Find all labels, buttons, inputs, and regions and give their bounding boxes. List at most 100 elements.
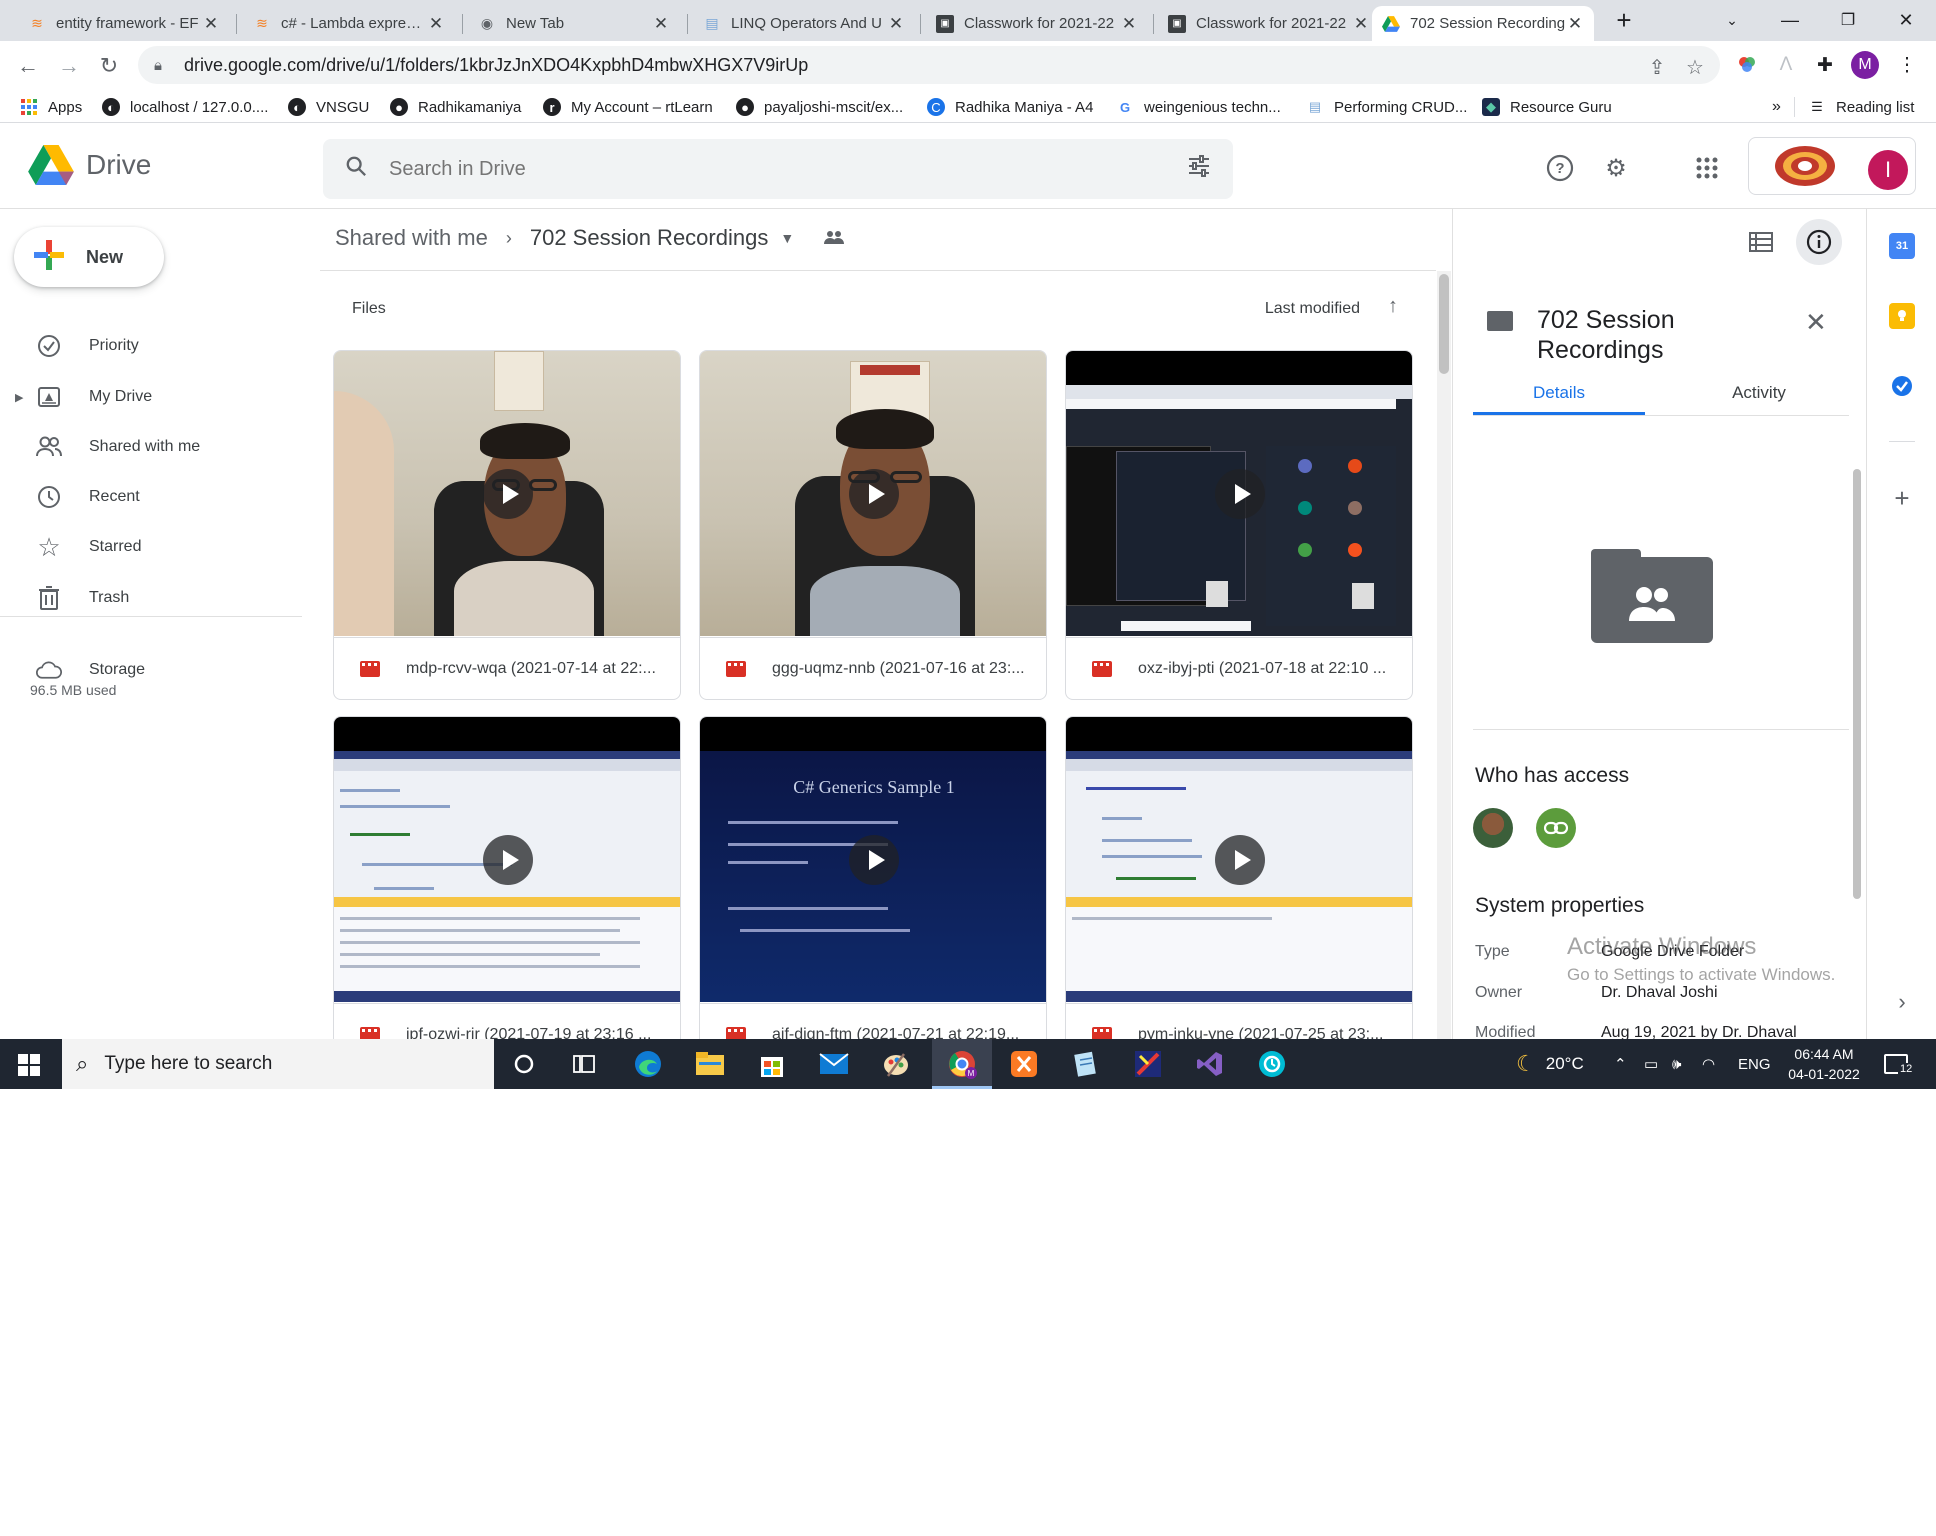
browser-tab[interactable]: ≋ entity framework - EF ✕ [18,6,230,41]
windows-start-icon[interactable] [18,1054,40,1076]
browser-tab[interactable]: ≋ c# - Lambda expressio ✕ [243,6,455,41]
play-icon[interactable] [849,835,899,885]
expand-caret-icon[interactable]: ▶ [15,391,23,404]
close-icon[interactable]: ✕ [427,14,445,34]
sort-direction-icon[interactable]: ↑ [1388,295,1398,318]
file-card[interactable]: oxz-ibyj-pti (2021-07-18 at 22:10 ... [1065,350,1413,700]
menu-kebab-icon[interactable]: ⋮ [1893,51,1921,79]
bookmark-crud[interactable]: ▤ Performing CRUD... [1306,95,1468,119]
screen-recorder-icon[interactable] [1256,1048,1288,1080]
main-scrollbar-thumb[interactable] [1439,274,1449,374]
extension-a-icon[interactable]: Λ [1772,51,1800,79]
add-addon-icon[interactable]: + [1889,483,1915,513]
breadcrumb-current[interactable]: 702 Session Recordings [530,225,768,251]
browser-tab-active[interactable]: 702 Session Recording ✕ [1372,6,1594,41]
bookmark-weingenious[interactable]: G weingenious techn... [1116,95,1281,119]
task-view-icon[interactable] [568,1048,600,1080]
snipping-tool-icon[interactable] [1132,1048,1164,1080]
owner-avatar[interactable] [1473,808,1513,848]
main-scrollbar[interactable] [1437,271,1451,1039]
close-icon[interactable]: ✕ [652,14,670,34]
chrome-icon[interactable]: M [946,1048,978,1080]
bookmark-radhikamaniya[interactable]: ● Radhikamaniya [390,95,521,119]
back-icon[interactable]: ← [13,51,43,81]
bookmark-resource-guru[interactable]: ◆ Resource Guru [1482,95,1612,119]
new-button[interactable]: New [14,227,164,287]
cortana-icon[interactable] [508,1048,540,1080]
file-card[interactable]: ipf-ozwi-rir (2021-07-19 at 23:16 ... [333,716,681,1066]
close-icon[interactable]: ✕ [1352,14,1370,34]
notifications-button[interactable]: 12 [1884,1039,1915,1089]
calendar-icon[interactable]: 31 [1889,233,1915,259]
store-icon[interactable] [756,1048,788,1080]
share-icon[interactable]: ⇪ [1644,54,1670,80]
close-icon[interactable]: ✕ [1805,307,1827,338]
tray-overflow-icon[interactable]: ⌃ [1614,1039,1627,1089]
profile-avatar[interactable]: M [1851,51,1879,79]
puzzle-extensions-icon[interactable]: ✚ [1811,51,1839,79]
taskbar-search[interactable]: ⌕ Type here to search [62,1039,494,1089]
visual-studio-icon[interactable] [1194,1048,1226,1080]
search-input[interactable] [389,157,1149,181]
play-icon[interactable] [1215,469,1265,519]
tasks-icon[interactable] [1889,373,1915,399]
sidebar-item-starred[interactable]: ☆ Starred [0,527,300,567]
forward-icon[interactable]: → [54,51,84,81]
close-icon[interactable]: ✕ [1566,14,1584,34]
dropdown-caret-icon[interactable]: ▼ [780,230,794,246]
drive-search[interactable] [323,139,1233,199]
file-card[interactable]: mdp-rcvv-wqa (2021-07-14 at 22:... [333,350,681,700]
drive-logo[interactable]: Drive [28,145,151,185]
browser-tab[interactable]: ▣ Classwork for 2021-22 ✕ [1158,6,1380,41]
sidebar-item-shared-with-me[interactable]: Shared with me [0,427,300,467]
language-indicator[interactable]: ENG [1738,1039,1771,1089]
volume-icon[interactable]: 🕪︎ [1672,1039,1681,1089]
link-sharing-icon[interactable] [1536,808,1576,848]
settings-gear-icon[interactable]: ⚙ [1601,153,1631,183]
search-icon[interactable] [345,155,367,183]
bookmark-localhost[interactable]: ◐ localhost / 127.0.0.... [102,95,268,119]
paint-icon[interactable] [880,1048,912,1080]
bookmark-vnsgu[interactable]: ◐ VNSGU [288,95,369,119]
sidebar-item-recent[interactable]: Recent [0,477,300,517]
play-icon[interactable] [849,469,899,519]
chevron-right-icon[interactable]: › [1889,989,1915,1015]
file-explorer-icon[interactable] [694,1048,726,1080]
play-icon[interactable] [1215,835,1265,885]
details-scrollbar-thumb[interactable] [1853,469,1861,899]
notepad-icon[interactable] [1070,1048,1102,1080]
browser-tab[interactable]: ▤ LINQ Operators And U ✕ [693,6,915,41]
play-icon[interactable] [483,469,533,519]
tab-search-icon[interactable]: ⌄ [1706,0,1758,40]
reading-list-button[interactable]: ☰ Reading list [1808,95,1914,119]
color-extension-icon[interactable] [1733,51,1761,79]
account-avatar[interactable]: I [1868,150,1908,190]
clock[interactable]: 06:44 AM 04-01-2022 [1784,1044,1864,1084]
new-tab-button[interactable]: + [1598,0,1650,40]
file-card[interactable]: C# Generics Sample 1 aif-diqn-ftm (2021-… [699,716,1047,1066]
close-icon[interactable]: ✕ [1120,14,1138,34]
browser-tab[interactable]: ▣ Classwork for 2021-22 ✕ [926,6,1148,41]
address-bar[interactable]: 🔒︎ drive.google.com/drive/u/1/folders/1k… [138,46,1720,84]
google-apps-icon[interactable] [1692,153,1722,183]
bookmark-rtlearn[interactable]: r My Account – rtLearn [543,95,713,119]
sidebar-item-priority[interactable]: Priority [0,326,300,366]
bookmark-star-icon[interactable]: ☆ [1682,54,1708,80]
play-icon[interactable] [483,835,533,885]
search-options-icon[interactable] [1187,154,1211,184]
breadcrumb-parent[interactable]: Shared with me [335,225,488,251]
bookmark-radhika-a4[interactable]: C Radhika Maniya - A4 [927,95,1093,119]
keep-icon[interactable] [1889,303,1915,329]
sidebar-item-my-drive[interactable]: ▶ My Drive [0,377,300,417]
close-window-button[interactable]: ✕ [1880,0,1932,40]
tab-activity[interactable]: Activity [1673,371,1845,415]
bookmark-payaljoshi[interactable]: ● payaljoshi-mscit/ex... [736,95,903,119]
wifi-icon[interactable]: ◠ [1702,1039,1715,1089]
bookmark-apps[interactable]: Apps [20,95,82,119]
xampp-icon[interactable] [1008,1048,1040,1080]
browser-tab[interactable]: ◉ New Tab ✕ [468,6,680,41]
minimize-button[interactable]: — [1764,0,1816,40]
tab-details[interactable]: Details [1473,371,1645,415]
mail-icon[interactable] [818,1048,850,1080]
file-card[interactable]: pym-jnku-yne (2021-07-25 at 23:... [1065,716,1413,1066]
